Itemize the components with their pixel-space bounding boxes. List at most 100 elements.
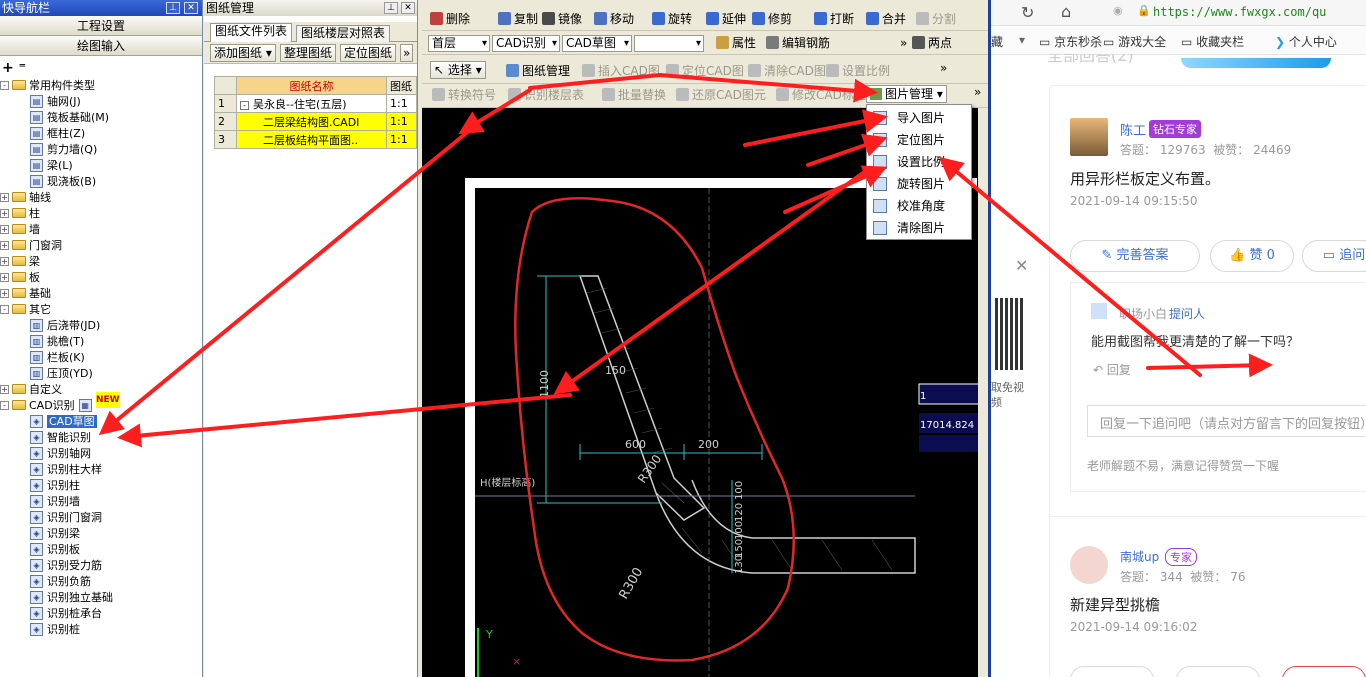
tree-other-item[interactable]: ▥ 挑檐(T) xyxy=(30,334,84,350)
edit-rebar-button[interactable]: 编辑钢筋 xyxy=(766,35,830,52)
tree-cad-item[interactable]: ◈ 识别柱 xyxy=(30,478,80,494)
tree-cad-item[interactable]: ◈ 识别负筋 xyxy=(30,574,91,590)
tree-cad-item[interactable]: ◈ 识别独立基础 xyxy=(30,590,113,606)
convert-symbol-button[interactable]: 转换符号 xyxy=(432,87,496,104)
bookmark-jd[interactable]: ▭ 京东秒杀 xyxy=(1039,33,1102,50)
url-text[interactable]: https://www.fwxgx.com/qu xyxy=(1153,5,1326,19)
tree-group[interactable]: + 基础 xyxy=(0,286,51,302)
edit-tool-button[interactable]: 打断 xyxy=(814,11,854,28)
more-icon[interactable]: » xyxy=(940,60,947,77)
tree-common-item[interactable]: ▤ 筏板基础(M) xyxy=(30,110,109,126)
drawing-row[interactable]: 1- 吴永良--住宅(五层) 1:1 xyxy=(214,94,417,113)
tree-cad-item[interactable]: ◈ 识别柱大样 xyxy=(30,462,102,478)
floor-select[interactable]: 首层 xyxy=(428,35,490,52)
avatar[interactable] xyxy=(1070,118,1108,156)
bookmark-favorites[interactable]: ▭ 收藏夹栏 xyxy=(1181,33,1244,50)
edit-tool-button[interactable]: 移动 xyxy=(594,11,634,28)
reply-link[interactable]: ↶ 回复 xyxy=(1093,361,1131,378)
tree-other[interactable]: - 其它 xyxy=(0,302,51,318)
tree-cad[interactable]: - CAD识别 ▦ NEW xyxy=(0,392,120,414)
tab-floor-map[interactable]: 图纸楼层对照表 xyxy=(296,25,391,42)
restore-cad-button[interactable]: 还原CAD图元 xyxy=(676,87,766,104)
two-point-button[interactable]: 两点 xyxy=(912,35,952,52)
drawing-manage-button[interactable]: 图纸管理 xyxy=(506,63,570,80)
select-button[interactable]: ↖ 选择 ▾ xyxy=(430,61,486,79)
edit-tool-button[interactable]: 旋转 xyxy=(652,11,692,28)
close-icon[interactable]: ✕ xyxy=(401,2,415,14)
reply-input[interactable]: 回复一下追问吧（请点对方留言下的回复按钮） xyxy=(1087,405,1366,437)
picture-menu-item[interactable]: 定位图片 xyxy=(867,129,971,151)
tree-cad-item[interactable]: ◈ 识别轴网 xyxy=(30,446,91,462)
answerer-name-2[interactable]: 南城up xyxy=(1120,548,1159,565)
tree-cad-item[interactable]: ◈ 智能识别 xyxy=(30,430,91,446)
more-icon[interactable]: » xyxy=(900,35,907,52)
property-button[interactable]: 属性 xyxy=(716,35,756,52)
tree-cad-item[interactable]: ◈ 识别受力筋 xyxy=(30,558,102,574)
edit-tool-button[interactable]: 分割 xyxy=(916,11,956,28)
edit-tool-button[interactable]: 合并 xyxy=(866,11,906,28)
edit-tool-button[interactable]: 修剪 xyxy=(752,11,792,28)
tree-common-item[interactable]: ▤ 框柱(Z) xyxy=(30,126,85,142)
sort-drawing-button[interactable]: 整理图纸 xyxy=(280,44,337,62)
tree-common-item[interactable]: ▤ 剪力墙(Q) xyxy=(30,142,97,158)
picture-menu-item[interactable]: 旋转图片 xyxy=(867,173,971,195)
tab-file-list[interactable]: 图纸文件列表 xyxy=(210,23,293,42)
pin-icon[interactable]: ⊥ xyxy=(166,2,180,14)
close-icon[interactable]: ✕ xyxy=(1015,256,1028,275)
expand-all-icon[interactable]: + ⁼ xyxy=(2,60,26,76)
tree-cad-item[interactable]: ◈ 识别桩承台 xyxy=(30,606,102,622)
follow-up-button[interactable]: ▭ 追问 xyxy=(1302,240,1366,272)
tree-group[interactable]: + 墙 xyxy=(0,222,40,238)
more-icon[interactable]: » xyxy=(974,84,981,101)
home-icon[interactable]: ⌂ xyxy=(1061,2,1071,21)
bookmark-personal[interactable]: ❯ 个人中心 xyxy=(1275,33,1337,50)
tree-group[interactable]: + 柱 xyxy=(0,206,40,222)
tree-common-item[interactable]: ▤ 现浇板(B) xyxy=(30,174,96,190)
edit-tool-button[interactable]: 延伸 xyxy=(706,11,746,28)
tree-root[interactable]: - 常用构件类型 xyxy=(0,78,95,94)
close-icon[interactable]: ✕ xyxy=(184,2,198,14)
picture-manage-button[interactable]: 图片管理 ▾ xyxy=(866,85,947,103)
answerer-name[interactable]: 陈工 xyxy=(1120,120,1146,139)
picture-menu-item[interactable]: 导入图片 xyxy=(867,107,971,129)
clear-cad-button[interactable]: 清除CAD图 xyxy=(748,63,826,80)
modify-cad-dim-button[interactable]: 修改CAD标注 xyxy=(776,87,866,104)
tree-group[interactable]: + 门窗洞 xyxy=(0,238,62,254)
add-drawing-button[interactable]: 添加图纸 ▾ xyxy=(210,44,276,62)
tree-other-item[interactable]: ▥ 后浇带(JD) xyxy=(30,318,100,334)
edit-tool-button[interactable]: 复制 xyxy=(498,11,538,28)
layer-select[interactable] xyxy=(634,35,704,52)
edit-tool-button[interactable]: 镜像 xyxy=(542,11,582,28)
drawing-row[interactable]: 2 二层梁结构图.CADI 1:1 xyxy=(214,112,417,131)
bookmark-0[interactable]: 藏 xyxy=(991,33,1003,50)
more-icon[interactable]: » xyxy=(400,44,414,62)
tree-cad-item[interactable]: ◈ 识别梁 xyxy=(30,526,80,542)
tree-common-item[interactable]: ▤ 梁(L) xyxy=(30,158,73,174)
tree-group[interactable]: + 板 xyxy=(0,270,40,286)
draw-input-button[interactable]: 绘图输入 xyxy=(0,36,202,56)
tree-cad-item[interactable]: ◈ 识别墙 xyxy=(30,494,80,510)
drawing-row[interactable]: 3 二层板结构平面图.. 1:1 xyxy=(214,130,417,149)
tree-group[interactable]: + 轴线 xyxy=(0,190,51,206)
like-button[interactable]: 👍 赞 0 xyxy=(1210,240,1294,272)
avatar[interactable] xyxy=(1070,546,1108,584)
tree-cad-item[interactable]: ◈ CAD草图 xyxy=(30,414,97,430)
project-settings-button[interactable]: 工程设置 xyxy=(0,16,202,36)
edit-tool-button[interactable]: 删除 xyxy=(430,11,470,28)
tree-group[interactable]: + 梁 xyxy=(0,254,40,270)
tree-cad-item[interactable]: ◈ 识别板 xyxy=(30,542,80,558)
tree-cad-item[interactable]: ◈ 识别桩 xyxy=(30,622,80,638)
locate-drawing-button[interactable]: 定位图纸 xyxy=(340,44,397,62)
locate-cad-button[interactable]: 定位CAD图 xyxy=(666,63,744,80)
improve-answer-button[interactable]: ✎ 完善答案 xyxy=(1070,240,1200,272)
picture-menu-item[interactable]: 清除图片 xyxy=(867,217,971,239)
tree-cad-item[interactable]: ◈ 识别门窗洞 xyxy=(30,510,102,526)
insert-cad-button[interactable]: 插入CAD图 xyxy=(582,63,660,80)
pin-icon[interactable]: ⊥ xyxy=(384,2,398,14)
picture-menu-item[interactable]: 设置比例 xyxy=(867,151,971,173)
mode-select[interactable]: CAD识别 xyxy=(492,35,560,52)
tree-other-item[interactable]: ▥ 压顶(YD) xyxy=(30,366,93,382)
draft-select[interactable]: CAD草图 xyxy=(562,35,632,52)
reload-icon[interactable]: ↻ xyxy=(1021,3,1034,22)
batch-replace-button[interactable]: 批量替换 xyxy=(602,87,666,104)
